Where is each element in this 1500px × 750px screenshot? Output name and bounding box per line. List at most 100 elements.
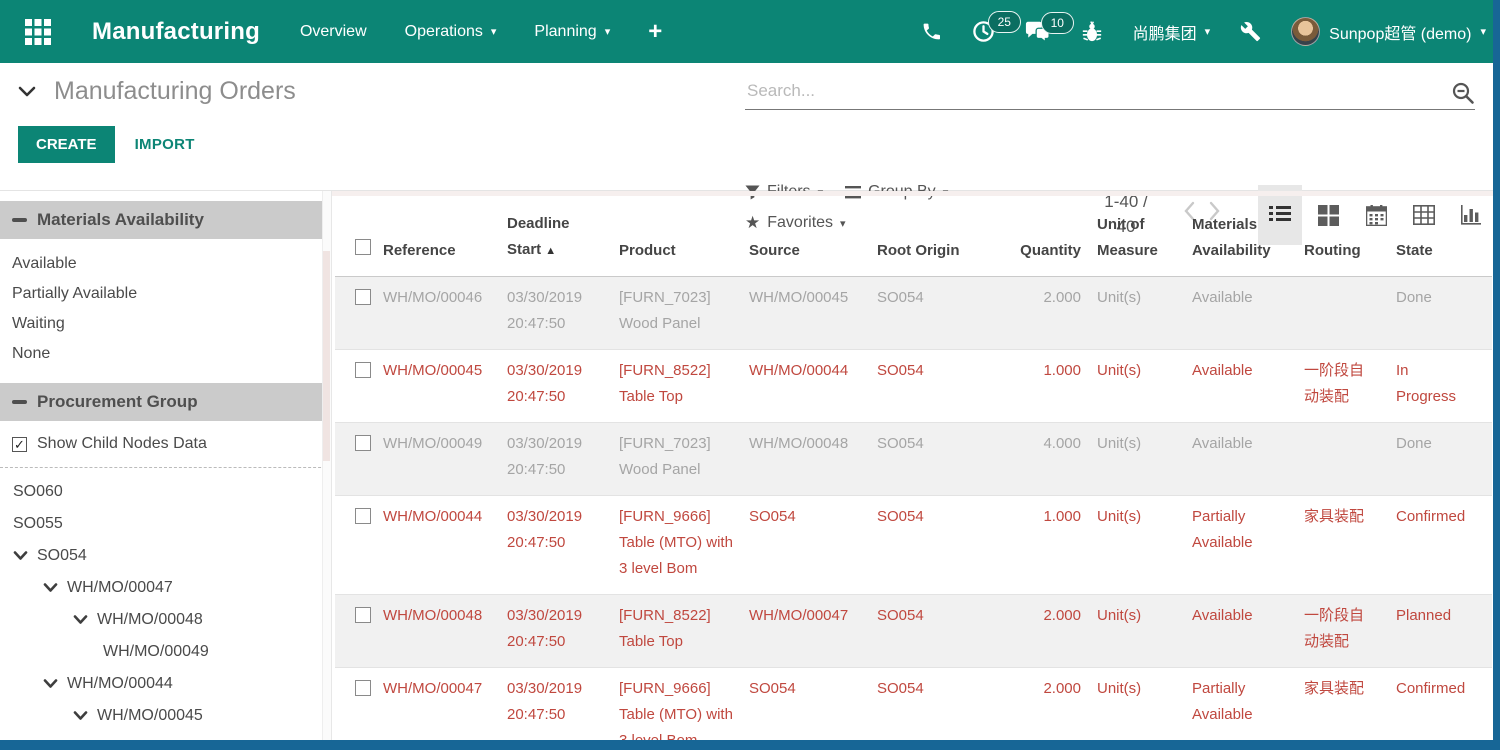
menu-operations[interactable]: Operations▾ — [405, 23, 497, 41]
section-header-procurement-group[interactable]: Procurement Group — [0, 383, 331, 421]
menu-overview[interactable]: Overview — [300, 23, 367, 41]
row-checkbox[interactable] — [355, 508, 371, 524]
apps-menu-icon[interactable] — [18, 12, 58, 52]
manufacturing-orders-table: ReferenceDeadline Start▲ProductSourceRoo… — [335, 196, 1492, 750]
tree-item-wh-mo-00044[interactable]: WH/MO/00044 — [0, 668, 331, 700]
column-header-source[interactable]: Source — [747, 196, 875, 276]
activity-count-badge[interactable]: 25 — [988, 11, 1021, 33]
column-header-quantity[interactable]: Quantity — [1005, 196, 1095, 276]
caret-down-icon: ▾ — [1205, 27, 1211, 38]
cell-product: [FURN_8522] Table Top — [617, 594, 747, 667]
cell-uom: Unit(s) — [1095, 276, 1190, 349]
phone-icon — [921, 21, 942, 42]
chevron-down-icon[interactable] — [18, 86, 36, 98]
debug-button[interactable] — [1081, 21, 1103, 43]
settings-button[interactable] — [1240, 21, 1261, 42]
cell-quantity: 2.000 — [1005, 667, 1095, 750]
cell-routing: 一阶段自动装配 — [1302, 594, 1394, 667]
tree-expand-toggle[interactable] — [43, 583, 58, 593]
tree-expand-toggle[interactable] — [73, 711, 88, 721]
cell-source: WH/MO/00048 — [747, 422, 875, 495]
create-button[interactable]: CREATE — [18, 126, 115, 163]
tree-expand-toggle[interactable] — [13, 551, 28, 561]
show-child-nodes-label: Show Child Nodes Data — [37, 435, 207, 453]
row-checkbox[interactable] — [355, 435, 371, 451]
show-child-nodes-checkbox[interactable]: ✓ — [12, 437, 27, 452]
cell-reference: WH/MO/00048 — [381, 594, 505, 667]
filter-item-partially-available[interactable]: Partially Available — [0, 279, 331, 309]
chevron-down-icon — [73, 711, 88, 721]
import-button[interactable]: IMPORT — [135, 136, 195, 153]
filter-item-available[interactable]: Available — [0, 249, 331, 279]
cell-deadline: 03/30/2019 20:47:50 — [505, 495, 617, 594]
voip-phone-button[interactable] — [921, 21, 942, 42]
cell-root_origin: SO054 — [875, 495, 1005, 594]
row-checkbox[interactable] — [355, 680, 371, 696]
cell-uom: Unit(s) — [1095, 422, 1190, 495]
quick-create-button[interactable]: + — [648, 18, 662, 46]
order-row-wh-mo-00046[interactable]: WH/MO/0004603/30/2019 20:47:50[FURN_7023… — [335, 276, 1492, 349]
cell-reference: WH/MO/00049 — [381, 422, 505, 495]
cell-quantity: 1.000 — [1005, 495, 1095, 594]
column-header-materials-availability[interactable]: Materials Availability — [1190, 196, 1302, 276]
row-checkbox[interactable] — [355, 607, 371, 623]
window-horizontal-scrollbar[interactable] — [0, 740, 1500, 750]
cell-source: WH/MO/00047 — [747, 594, 875, 667]
cell-routing: 家具装配 — [1302, 495, 1394, 594]
cell-state: Done — [1394, 422, 1492, 495]
chevron-down-icon — [43, 679, 58, 689]
show-child-nodes-option[interactable]: ✓ Show Child Nodes Data — [0, 421, 331, 463]
menu-planning[interactable]: Planning▾ — [534, 23, 610, 41]
tree-expand-toggle[interactable] — [73, 615, 88, 625]
column-header-state[interactable]: State — [1394, 196, 1492, 276]
window-vertical-scrollbar[interactable] — [1493, 0, 1500, 750]
sidebar-scrollbar[interactable] — [322, 191, 331, 750]
tree-item-so060[interactable]: SO060 — [0, 476, 331, 508]
column-header-deadline-start[interactable]: Deadline Start▲ — [505, 196, 617, 276]
activities-button[interactable]: 25 — [972, 20, 995, 43]
cell-state: In Progress — [1394, 349, 1492, 422]
main-menu: Overview Operations▾ Planning▾ + — [300, 18, 662, 46]
order-row-wh-mo-00049[interactable]: WH/MO/0004903/30/2019 20:47:50[FURN_7023… — [335, 422, 1492, 495]
search-input[interactable] — [745, 75, 1475, 110]
cell-root_origin: SO054 — [875, 276, 1005, 349]
tree-item-so055[interactable]: SO055 — [0, 508, 331, 540]
cell-root_origin: SO054 — [875, 594, 1005, 667]
filter-item-none[interactable]: None — [0, 339, 331, 369]
tree-item-wh-mo-00047[interactable]: WH/MO/00047 — [0, 572, 331, 604]
cell-routing: 一阶段自动装配 — [1302, 349, 1394, 422]
column-header-unit-of-measure[interactable]: Unit of Measure — [1095, 196, 1190, 276]
row-checkbox[interactable] — [355, 289, 371, 305]
order-row-wh-mo-00048[interactable]: WH/MO/0004803/30/2019 20:47:50[FURN_8522… — [335, 594, 1492, 667]
message-count-badge[interactable]: 10 — [1041, 12, 1074, 34]
column-header-root-origin[interactable]: Root Origin — [875, 196, 1005, 276]
company-name: 尚鹏集团 — [1133, 20, 1197, 44]
column-header-routing[interactable]: Routing — [1302, 196, 1394, 276]
order-row-wh-mo-00044[interactable]: WH/MO/0004403/30/2019 20:47:50[FURN_9666… — [335, 495, 1492, 594]
filter-item-waiting[interactable]: Waiting — [0, 309, 331, 339]
column-header-product[interactable]: Product — [617, 196, 747, 276]
tree-item-so054[interactable]: SO054 — [0, 540, 331, 572]
cell-uom: Unit(s) — [1095, 495, 1190, 594]
tree-item-wh-mo-00049[interactable]: WH/MO/00049 — [0, 636, 331, 668]
search-magnifier-icon[interactable] — [1451, 81, 1475, 105]
order-row-wh-mo-00047[interactable]: WH/MO/0004703/30/2019 20:47:50[FURN_9666… — [335, 667, 1492, 750]
tree-item-wh-mo-00045[interactable]: WH/MO/00045 — [0, 700, 331, 732]
messages-button[interactable]: 10 — [1025, 21, 1051, 43]
section-header-materials-availability[interactable]: Materials Availability — [0, 201, 331, 239]
cell-availability: Available — [1190, 349, 1302, 422]
divider — [0, 467, 331, 468]
wrench-icon — [1240, 21, 1261, 42]
cell-product: [FURN_7023] Wood Panel — [617, 276, 747, 349]
cell-root_origin: SO054 — [875, 422, 1005, 495]
order-row-wh-mo-00045[interactable]: WH/MO/0004503/30/2019 20:47:50[FURN_8522… — [335, 349, 1492, 422]
tree-item-wh-mo-00048[interactable]: WH/MO/00048 — [0, 604, 331, 636]
user-menu[interactable]: Sunpop超管 (demo) ▾ — [1291, 17, 1486, 46]
column-header-reference[interactable]: Reference — [381, 196, 505, 276]
sort-asc-icon: ▲ — [545, 245, 556, 257]
select-all-checkbox[interactable] — [355, 239, 371, 255]
company-switcher[interactable]: 尚鹏集团 ▾ — [1133, 20, 1211, 44]
row-checkbox[interactable] — [355, 362, 371, 378]
tree-expand-toggle[interactable] — [43, 679, 58, 689]
cell-root_origin: SO054 — [875, 667, 1005, 750]
